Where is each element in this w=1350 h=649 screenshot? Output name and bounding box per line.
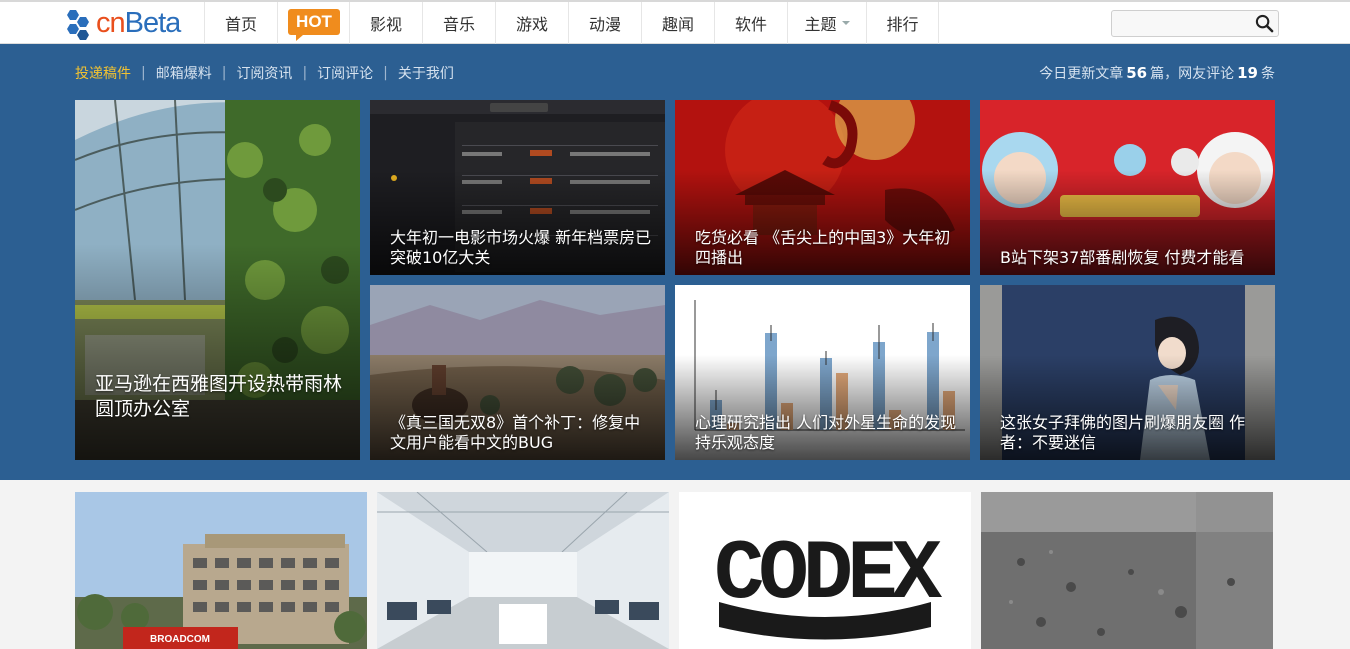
logo-hexagons-icon — [67, 10, 89, 40]
subnav-link-submit[interactable]: 投递稿件 — [75, 63, 131, 83]
featured-card-2[interactable]: 大年初一电影市场火爆 新年档票房已突破10亿大关 — [370, 100, 665, 275]
codex-logo-image: CODEX — [679, 492, 971, 649]
subnav-link-email-tip[interactable]: 邮箱爆料 — [156, 63, 212, 83]
stats-mid: 篇，网友评论 — [1150, 66, 1235, 82]
featured-card-3[interactable]: 吃货必看 《舌尖上的中国3》大年初四播出 — [675, 100, 970, 275]
divider: | — [221, 65, 227, 81]
featured-card-6[interactable]: 心理研究指出 人们对外星生命的发现持乐观态度 — [675, 285, 970, 460]
subnav-link-subscribe-comments[interactable]: 订阅评论 — [317, 63, 373, 83]
featured-title[interactable]: B站下架37部番剧恢复 付费才能看 — [1000, 248, 1263, 268]
hot-badge: HOT — [288, 9, 340, 41]
article-thumb-4[interactable] — [981, 492, 1273, 649]
featured-card-1[interactable]: 亚马逊在西雅图开设热带雨林圆顶办公室 — [75, 100, 360, 460]
top-nav-bar: cnBeta 首页 HOT 影视 音乐 游戏 动漫 趣闻 软件 主题 排行 — [0, 0, 1350, 44]
featured-title[interactable]: 这张女子拜佛的图片刷爆朋友圈 作者：不要迷信 — [1000, 413, 1263, 453]
search-icon[interactable] — [1255, 14, 1274, 33]
divider: | — [302, 65, 308, 81]
subnav-link-about[interactable]: 关于我们 — [398, 63, 454, 83]
nav-item-movies[interactable]: 影视 — [349, 2, 422, 44]
sub-nav: 投递稿件 | 邮箱爆料 | 订阅资讯 | 订阅评论 | 关于我们 — [75, 63, 454, 83]
daily-stats: 今日更新文章 56 篇，网友评论 19 条 — [1039, 63, 1275, 83]
caption-shade — [75, 244, 360, 460]
article-count: 56 — [1126, 64, 1148, 82]
nav-item-hot[interactable]: HOT — [277, 2, 349, 44]
cnbeta-logo[interactable]: cnBeta — [62, 7, 202, 40]
nav-item-anime[interactable]: 动漫 — [568, 2, 641, 44]
stats-suffix: 条 — [1261, 66, 1275, 82]
article-thumb-2[interactable] — [377, 492, 669, 649]
featured-card-4[interactable]: B站下架37部番剧恢复 付费才能看 — [980, 100, 1275, 275]
main-nav: 首页 HOT 影视 音乐 游戏 动漫 趣闻 软件 主题 排行 — [204, 2, 939, 44]
broadcom-sign-text: BROADCOM — [150, 634, 210, 645]
featured-title[interactable]: 《真三国无双8》首个补丁：修复中文用户能看中文的BUG — [390, 413, 653, 453]
featured-title[interactable]: 亚马逊在西雅图开设热带雨林圆顶办公室 — [95, 372, 348, 422]
featured-title[interactable]: 吃货必看 《舌尖上的中国3》大年初四播出 — [695, 228, 958, 268]
nav-item-funny[interactable]: 趣闻 — [641, 2, 714, 44]
search-input[interactable] — [1114, 13, 1254, 34]
stats-prefix: 今日更新文章 — [1039, 66, 1124, 82]
nav-item-topics[interactable]: 主题 — [787, 2, 866, 44]
office-interior-image — [377, 492, 669, 649]
nav-item-software[interactable]: 软件 — [714, 2, 787, 44]
nav-item-games[interactable]: 游戏 — [495, 2, 568, 44]
article-thumb-1[interactable]: BROADCOM — [75, 492, 367, 649]
featured-title[interactable]: 心理研究指出 人们对外星生命的发现持乐观态度 — [695, 413, 958, 453]
logo-text: cnBeta — [96, 7, 181, 39]
featured-card-7[interactable]: 这张女子拜佛的图片刷爆朋友圈 作者：不要迷信 — [980, 285, 1275, 460]
divider: | — [141, 65, 146, 81]
divider: | — [383, 65, 388, 81]
broadcom-building-image: BROADCOM — [75, 492, 367, 649]
article-thumb-3[interactable]: CODEX — [679, 492, 971, 649]
nav-item-music[interactable]: 音乐 — [422, 2, 495, 44]
subnav-link-subscribe-news[interactable]: 订阅资讯 — [236, 63, 292, 83]
nav-item-ranking[interactable]: 排行 — [866, 2, 939, 44]
comment-count: 19 — [1237, 64, 1258, 82]
featured-title[interactable]: 大年初一电影市场火爆 新年档票房已突破10亿大关 — [390, 228, 653, 268]
nav-item-home[interactable]: 首页 — [204, 2, 277, 44]
mars-surface-image — [981, 492, 1273, 649]
search-box — [1111, 10, 1279, 37]
chevron-down-icon — [841, 21, 850, 25]
featured-band: 投递稿件 | 邮箱爆料 | 订阅资讯 | 订阅评论 | 关于我们 今日更新文章 5… — [0, 44, 1350, 480]
featured-card-5[interactable]: 《真三国无双8》首个补丁：修复中文用户能看中文的BUG — [370, 285, 665, 460]
